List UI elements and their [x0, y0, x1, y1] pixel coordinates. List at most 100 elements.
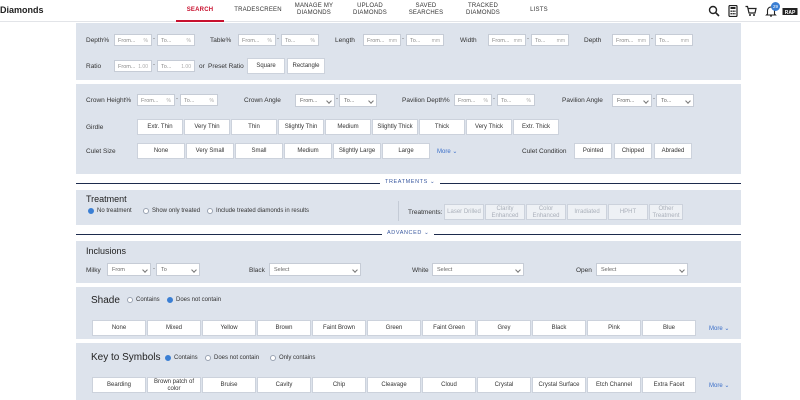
nav-tracked-diamonds[interactable]: TRACKED DIAMONDS — [458, 3, 508, 16]
girdle-option[interactable]: Medium — [325, 119, 371, 135]
advanced-toggle[interactable]: ADVANCED ⌄ — [382, 230, 435, 236]
shade-contains-radio[interactable] — [127, 297, 133, 303]
shade-contains-label[interactable]: Contains — [136, 297, 160, 303]
treatment-option-hpht[interactable]: HPHT — [608, 204, 648, 220]
kts-contains-radio[interactable] — [165, 355, 171, 361]
show-only-treated-label[interactable]: Show only treated — [152, 208, 200, 214]
milky-from-select[interactable]: From — [107, 263, 151, 276]
nav-search[interactable]: SEARCH — [176, 7, 224, 14]
nav-lists[interactable]: LISTS — [524, 7, 554, 14]
symbol-option[interactable]: Etch Channel — [587, 377, 641, 393]
milky-to-select[interactable]: To — [156, 263, 200, 276]
girdle-option[interactable]: Very Thin — [184, 119, 230, 135]
girdle-option[interactable]: Thin — [231, 119, 277, 135]
shade-option[interactable]: Black — [532, 320, 586, 336]
pavilion-angle-from[interactable]: From... — [612, 94, 652, 107]
girdle-option[interactable]: Extr. Thin — [137, 119, 183, 135]
crown-angle-to[interactable]: To... — [339, 94, 377, 107]
search-icon[interactable] — [708, 5, 720, 17]
pavilion-angle-to[interactable]: To... — [656, 94, 694, 107]
include-treated-label[interactable]: Include treated diamonds in results — [216, 208, 309, 214]
symbols-more-link[interactable]: More ⌄ — [709, 382, 729, 389]
black-select[interactable]: Select — [269, 263, 361, 276]
nav-manage-my-diamonds[interactable]: MANAGE MY DIAMONDS — [290, 3, 338, 16]
shade-more-link[interactable]: More ⌄ — [709, 325, 729, 332]
symbol-option[interactable]: Crystal — [477, 377, 531, 393]
treatment-option-laser-drilled[interactable]: Laser Drilled — [444, 204, 484, 220]
treatment-option-irradiated[interactable]: Irradiated — [567, 204, 607, 220]
pavilion-depth-from[interactable]: From...% — [454, 94, 492, 106]
depth-to[interactable]: To... mm — [655, 34, 693, 46]
calculator-icon[interactable] — [727, 5, 739, 17]
girdle-option[interactable]: Slightly Thin — [278, 119, 324, 135]
include-treated-radio[interactable] — [207, 208, 213, 214]
kts-does-not-contain-label[interactable]: Does not contain — [214, 355, 259, 361]
symbol-option[interactable]: Chip — [312, 377, 366, 393]
culet-condition-option[interactable]: Chipped — [614, 143, 652, 159]
culet-size-option[interactable]: Very Small — [186, 143, 234, 159]
girdle-option[interactable]: Slightly Thick — [372, 119, 418, 135]
depth-pct-to[interactable]: To...% — [157, 34, 195, 46]
culet-size-more-link[interactable]: More ⌄ — [437, 148, 457, 155]
white-select[interactable]: Select — [432, 263, 524, 276]
width-from[interactable]: From... mm — [488, 34, 526, 46]
length-from[interactable]: From... mm — [363, 34, 401, 46]
symbol-option[interactable]: Extra Facet — [642, 377, 696, 393]
symbol-option[interactable]: Cloud — [422, 377, 476, 393]
shade-option[interactable]: Brown — [257, 320, 311, 336]
culet-size-option[interactable]: Large — [382, 143, 430, 159]
nav-saved-searches[interactable]: SAVED SEARCHES — [402, 3, 450, 16]
no-treatment-radio[interactable] — [88, 208, 94, 214]
depth-from[interactable]: From... mm — [612, 34, 650, 46]
kts-contains-label[interactable]: Contains — [174, 355, 198, 361]
ratio-from[interactable]: From... 1.00 — [114, 60, 152, 72]
brand-title[interactable]: Diamonds — [0, 5, 44, 15]
nav-tradescreen[interactable]: TRADESCREEN — [231, 7, 285, 14]
treatments-toggle[interactable]: TREATMENTS ⌄ — [380, 179, 441, 185]
culet-size-option[interactable]: Medium — [284, 143, 332, 159]
girdle-option[interactable]: Extr. Thick — [513, 119, 559, 135]
culet-size-option[interactable]: None — [137, 143, 185, 159]
culet-size-option[interactable]: Slightly Large — [333, 143, 381, 159]
shade-option[interactable]: Green — [367, 320, 421, 336]
shade-option[interactable]: Yellow — [202, 320, 256, 336]
symbol-option[interactable]: Bearding — [92, 377, 146, 393]
user-logo-icon[interactable]: RAP — [782, 5, 798, 17]
shade-does-not-contain-label[interactable]: Does not contain — [176, 297, 221, 303]
crown-angle-from[interactable]: From... — [295, 94, 335, 107]
table-pct-to[interactable]: To...% — [281, 34, 319, 46]
shade-does-not-contain-radio[interactable] — [167, 297, 173, 303]
width-to[interactable]: To... mm — [531, 34, 569, 46]
crown-height-to[interactable]: To...% — [180, 94, 218, 106]
treatment-option-clarity-enhanced[interactable]: Clarity Enhanced — [485, 204, 525, 220]
culet-condition-option[interactable]: Pointed — [574, 143, 612, 159]
shade-option[interactable]: Faint Green — [422, 320, 476, 336]
shade-option[interactable]: None — [92, 320, 146, 336]
pavilion-depth-to[interactable]: To...% — [497, 94, 535, 106]
shade-option[interactable]: Pink — [587, 320, 641, 336]
shade-option[interactable]: Faint Brown — [312, 320, 366, 336]
ratio-to[interactable]: To... 1.00 — [157, 60, 195, 72]
cart-icon[interactable] — [745, 5, 757, 17]
symbol-option[interactable]: Brown patch of color — [147, 377, 201, 393]
symbol-option[interactable]: Cleavage — [367, 377, 421, 393]
girdle-option[interactable]: Thick — [419, 119, 465, 135]
length-to[interactable]: To... mm — [406, 34, 444, 46]
shade-option[interactable]: Mixed — [147, 320, 201, 336]
symbol-option[interactable]: Cavity — [257, 377, 311, 393]
culet-condition-option[interactable]: Abraded — [654, 143, 692, 159]
culet-size-option[interactable]: Small — [235, 143, 283, 159]
show-only-treated-radio[interactable] — [143, 208, 149, 214]
depth-pct-from[interactable]: From...% — [114, 34, 152, 46]
kts-only-contains-radio[interactable] — [270, 355, 276, 361]
shade-option[interactable]: Grey — [477, 320, 531, 336]
preset-square-button[interactable]: Square — [247, 58, 285, 74]
kts-does-not-contain-radio[interactable] — [205, 355, 211, 361]
treatment-option-color-enhanced[interactable]: Color Enhanced — [526, 204, 566, 220]
open-select[interactable]: Select — [596, 263, 688, 276]
nav-upload-diamonds[interactable]: UPLOAD DIAMONDS — [346, 3, 394, 16]
preset-rectangle-button[interactable]: Rectangle — [287, 58, 325, 74]
symbol-option[interactable]: Bruise — [202, 377, 256, 393]
kts-only-contains-label[interactable]: Only contains — [279, 355, 315, 361]
shade-option[interactable]: Blue — [642, 320, 696, 336]
